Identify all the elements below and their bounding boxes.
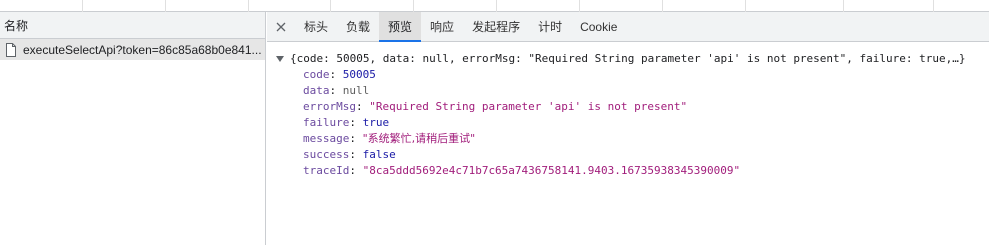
details-tab-bar: 标头 负载 预览 响应 发起程序 计时 Cookie <box>267 12 989 42</box>
name-column-label: 名称 <box>4 18 29 33</box>
json-summary-text: {code: 50005, data: null, errorMsg: "Req… <box>290 52 966 65</box>
request-name: executeSelectApi?token=86c85a68b0e841... <box>23 42 262 57</box>
json-key: data <box>303 84 330 97</box>
file-icon <box>6 42 16 57</box>
triangle-down-icon[interactable] <box>276 56 290 62</box>
timeline-tick <box>933 0 934 12</box>
timeline-tick <box>82 0 83 12</box>
json-key: errorMsg <box>303 100 356 113</box>
json-root-summary[interactable]: {code: 50005, data: null, errorMsg: "Req… <box>267 51 989 67</box>
json-value: true <box>362 116 390 129</box>
request-list-panel: 名称 executeSelectApi?token=86c85a68b0e841… <box>0 12 266 245</box>
tab-label: Cookie <box>580 19 618 34</box>
json-key: code <box>303 68 330 81</box>
tab-label: 计时 <box>538 20 563 34</box>
json-value: "系统繁忙,请稍后重试" <box>362 132 476 145</box>
json-property-message: message: "系统繁忙,请稍后重试" <box>303 132 476 145</box>
timeline-tick <box>579 0 580 12</box>
timeline-tick <box>745 0 746 12</box>
tab-label: 预览 <box>388 20 413 34</box>
tab-label: 标头 <box>304 20 329 34</box>
timeline-tick <box>496 0 497 12</box>
timeline-tick <box>330 0 331 12</box>
request-row[interactable]: executeSelectApi?token=86c85a68b0e841... <box>0 39 265 60</box>
json-property-success: success: false <box>303 148 396 161</box>
json-preview: {code: 50005, data: null, errorMsg: "Req… <box>267 42 989 179</box>
json-key: traceId <box>303 164 350 177</box>
timeline-tick <box>413 0 414 12</box>
json-value: "8ca5ddd5692e4c71b7c65a7436758141.9403.1… <box>362 164 741 177</box>
tab-payload[interactable]: 负载 <box>337 12 379 41</box>
json-key: success <box>303 148 350 161</box>
json-property-errormsg: errorMsg: "Required String parameter 'ap… <box>303 100 688 113</box>
tab-label: 发起程序 <box>472 20 521 34</box>
json-property-traceid: traceId: "8ca5ddd5692e4c71b7c65a74367581… <box>303 164 741 177</box>
json-property-data: data: null <box>303 84 370 97</box>
json-key: failure <box>303 116 350 129</box>
json-property-code: code: 50005 <box>303 68 376 81</box>
json-value: "Required String parameter 'api' is not … <box>369 100 688 113</box>
timeline-strip <box>0 0 989 12</box>
json-value: false <box>362 148 396 161</box>
json-value: null <box>342 84 370 97</box>
timeline-tick <box>165 0 166 12</box>
json-key: message <box>303 132 350 145</box>
request-details-panel: 标头 负载 预览 响应 发起程序 计时 Cookie {code: 50005,… <box>267 12 989 245</box>
tab-headers[interactable]: 标头 <box>295 12 337 41</box>
tab-preview[interactable]: 预览 <box>379 12 422 42</box>
close-icon <box>276 22 286 31</box>
timeline-tick <box>248 0 249 12</box>
tab-label: 负载 <box>346 20 371 34</box>
tab-initiator[interactable]: 发起程序 <box>463 12 529 41</box>
json-value: 50005 <box>342 68 376 81</box>
timeline-tick <box>662 0 663 12</box>
close-details-button[interactable] <box>267 12 295 41</box>
json-property-failure: failure: true <box>303 116 390 129</box>
tab-cookies[interactable]: Cookie <box>571 12 626 41</box>
name-column-header[interactable]: 名称 <box>0 12 265 39</box>
tab-timing[interactable]: 计时 <box>529 12 571 41</box>
tab-response[interactable]: 响应 <box>421 12 463 41</box>
tab-label: 响应 <box>430 20 455 34</box>
timeline-tick <box>843 0 844 12</box>
